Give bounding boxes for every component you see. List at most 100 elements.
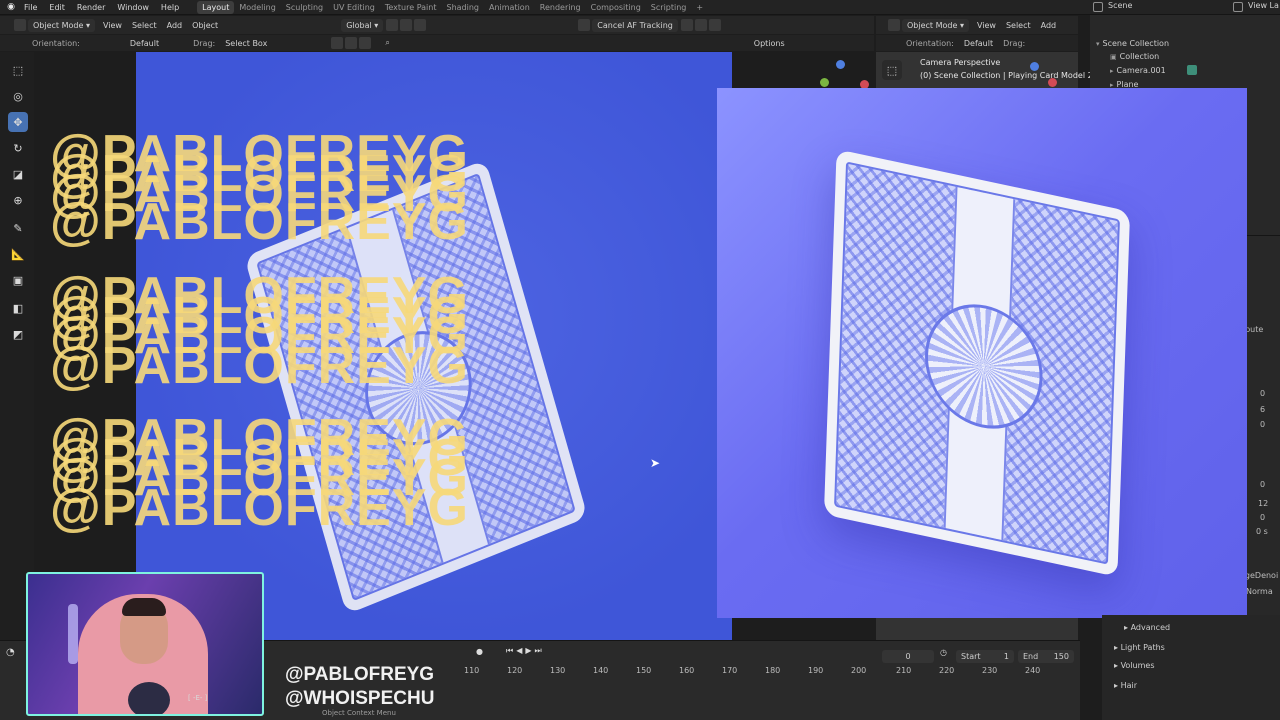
- scene-selector[interactable]: Scene: [1108, 1, 1132, 10]
- drag-dropdown[interactable]: Select Box: [221, 39, 271, 48]
- right-select-tool-icon[interactable]: ⬚: [882, 60, 902, 80]
- camera-viewport-header: Object Mode ▾ View Select Add: [876, 16, 1078, 34]
- orientation-label: Orientation:: [32, 38, 80, 48]
- shading-material-icon[interactable]: [694, 19, 707, 31]
- prop-advanced[interactable]: ▸ Advanced: [1124, 623, 1170, 632]
- tab-modeling[interactable]: Modeling: [234, 1, 280, 14]
- extra-tool-2-icon[interactable]: ◩: [8, 324, 28, 344]
- cursor-tool-icon[interactable]: ◎: [8, 86, 28, 106]
- blender-logo-icon[interactable]: ◉: [4, 0, 18, 14]
- shading-solid-icon[interactable]: [680, 19, 693, 31]
- camera-perspective-info: (0) Scene Collection | Playing Card Mode…: [920, 71, 1101, 80]
- handle-pablofreyg: @PABLOFREYG: [285, 664, 435, 685]
- microphone: [128, 682, 170, 714]
- properties-panel: ▸ Advanced ▸ Light Paths ▸ Volumes ▸ Hai…: [1102, 615, 1280, 720]
- timeline-editor-icon[interactable]: ◔: [6, 647, 15, 658]
- menu-file[interactable]: File: [18, 3, 43, 12]
- cancel-af-tracking-button[interactable]: Cancel AF Tracking: [592, 18, 678, 32]
- view-layer-icon[interactable]: [1233, 2, 1243, 12]
- view-layer-selector[interactable]: View La: [1248, 1, 1279, 10]
- render-preview-icon[interactable]: [345, 37, 358, 49]
- camera-data-icon[interactable]: [1187, 65, 1197, 75]
- measure-tool-icon[interactable]: 📐: [8, 244, 28, 264]
- rotate-tool-icon[interactable]: ↻: [8, 138, 28, 158]
- snapshot-icon[interactable]: [359, 37, 372, 49]
- tab-scripting[interactable]: Scripting: [646, 1, 692, 14]
- menu-object[interactable]: Object: [187, 21, 223, 30]
- options-dropdown[interactable]: Options: [750, 39, 789, 48]
- transform-orientation-dropdown[interactable]: Global ▾: [341, 18, 384, 32]
- prop-hair[interactable]: ▸ Hair: [1114, 681, 1137, 690]
- tab-animation[interactable]: Animation: [484, 1, 535, 14]
- current-frame-field[interactable]: 0: [882, 650, 934, 663]
- right-menu-select[interactable]: Select: [1001, 21, 1036, 30]
- add-cube-tool-icon[interactable]: ▣: [8, 270, 28, 290]
- snap-icon[interactable]: [400, 19, 413, 31]
- end-frame-field[interactable]: End 150: [1018, 650, 1074, 663]
- camera-viewport-subheader: Orientation: Default Drag:: [876, 35, 1078, 51]
- outliner-item-label: Camera.001: [1116, 66, 1166, 75]
- frame-tick: 170: [722, 666, 738, 675]
- right-menu-view[interactable]: View: [972, 21, 1001, 30]
- expand-icon: ▾: [1096, 39, 1100, 48]
- right-mode-dropdown[interactable]: Object Mode ▾: [902, 18, 969, 32]
- select-mode-icon[interactable]: [331, 37, 344, 49]
- menu-view[interactable]: View: [98, 21, 127, 30]
- scene-icon[interactable]: [1093, 2, 1103, 12]
- scale-tool-icon[interactable]: ◪: [8, 164, 28, 184]
- menu-window[interactable]: Window: [111, 3, 155, 12]
- menu-edit[interactable]: Edit: [43, 3, 71, 12]
- move-tool-icon[interactable]: ✥: [8, 112, 28, 132]
- annotate-tool-icon[interactable]: ✎: [8, 218, 28, 238]
- add-workspace-icon[interactable]: +: [691, 1, 708, 14]
- menu-help[interactable]: Help: [155, 3, 185, 12]
- extra-tool-icon[interactable]: ◧: [8, 298, 28, 318]
- frame-tick: 210: [896, 666, 912, 675]
- gizmo-x-2-icon[interactable]: [1048, 78, 1057, 87]
- gizmo-y-icon[interactable]: [820, 78, 829, 87]
- start-frame-field[interactable]: Start 1: [956, 650, 1014, 663]
- gizmo-z-2-icon[interactable]: [1030, 62, 1039, 71]
- prop-label: Advanced: [1130, 623, 1171, 632]
- tool-shelf: ⬚ ◎ ✥ ↻ ◪ ⊕ ✎ 📐 ▣ ◧ ◩: [0, 52, 34, 640]
- playback-controls[interactable]: ⏮◀▶⏭: [506, 646, 545, 656]
- prop-fragment: 0: [1260, 480, 1266, 489]
- frame-tick: 230: [982, 666, 998, 675]
- right-menu-add[interactable]: Add: [1036, 21, 1062, 30]
- mode-dropdown[interactable]: Object Mode ▾: [28, 18, 95, 32]
- gizmo-z-icon[interactable]: [836, 60, 845, 69]
- editor-type-icon[interactable]: [14, 19, 26, 31]
- prop-label: Volumes: [1120, 661, 1155, 670]
- pivot-icon[interactable]: [386, 19, 399, 31]
- orientation-dropdown[interactable]: Default: [126, 39, 163, 48]
- prop-volumes[interactable]: ▸ Volumes: [1114, 661, 1154, 670]
- tab-texture-paint[interactable]: Texture Paint: [380, 1, 442, 14]
- proportional-edit-icon[interactable]: [414, 19, 427, 31]
- keyframe-dot-icon[interactable]: ●: [476, 647, 483, 656]
- shading-rendered-icon[interactable]: [708, 19, 721, 31]
- outliner-collection[interactable]: ▣ Collection: [1110, 50, 1159, 63]
- transform-tool-icon[interactable]: ⊕: [8, 190, 28, 210]
- prop-fragment: 0 s: [1256, 527, 1268, 536]
- tab-compositing[interactable]: Compositing: [586, 1, 646, 14]
- frame-tick: 110: [464, 666, 480, 675]
- tab-uv-editing[interactable]: UV Editing: [328, 1, 380, 14]
- editor-type-icon[interactable]: [888, 19, 900, 31]
- tab-rendering[interactable]: Rendering: [535, 1, 586, 14]
- menu-add[interactable]: Add: [162, 21, 188, 30]
- outliner-scene-collection[interactable]: ▾ Scene Collection: [1096, 37, 1169, 50]
- right-orientation-dropdown[interactable]: Default: [960, 39, 997, 48]
- camera-perspective-title: Camera Perspective: [920, 58, 1001, 67]
- select-tool-icon[interactable]: ⬚: [8, 60, 28, 80]
- menu-render[interactable]: Render: [71, 3, 111, 12]
- search-icon[interactable]: ⌕: [385, 38, 389, 48]
- outliner-camera[interactable]: ▸ Camera.001: [1110, 64, 1166, 77]
- prop-light-paths[interactable]: ▸ Light Paths: [1114, 643, 1165, 652]
- frame-tick: 150: [636, 666, 652, 675]
- menu-select[interactable]: Select: [127, 21, 162, 30]
- tab-layout[interactable]: Layout: [197, 0, 235, 14]
- pause-icon[interactable]: [578, 19, 591, 31]
- webcam-overlay: [ -E- ]: [26, 572, 264, 716]
- tab-shading[interactable]: Shading: [441, 1, 484, 14]
- tab-sculpting[interactable]: Sculpting: [281, 1, 328, 14]
